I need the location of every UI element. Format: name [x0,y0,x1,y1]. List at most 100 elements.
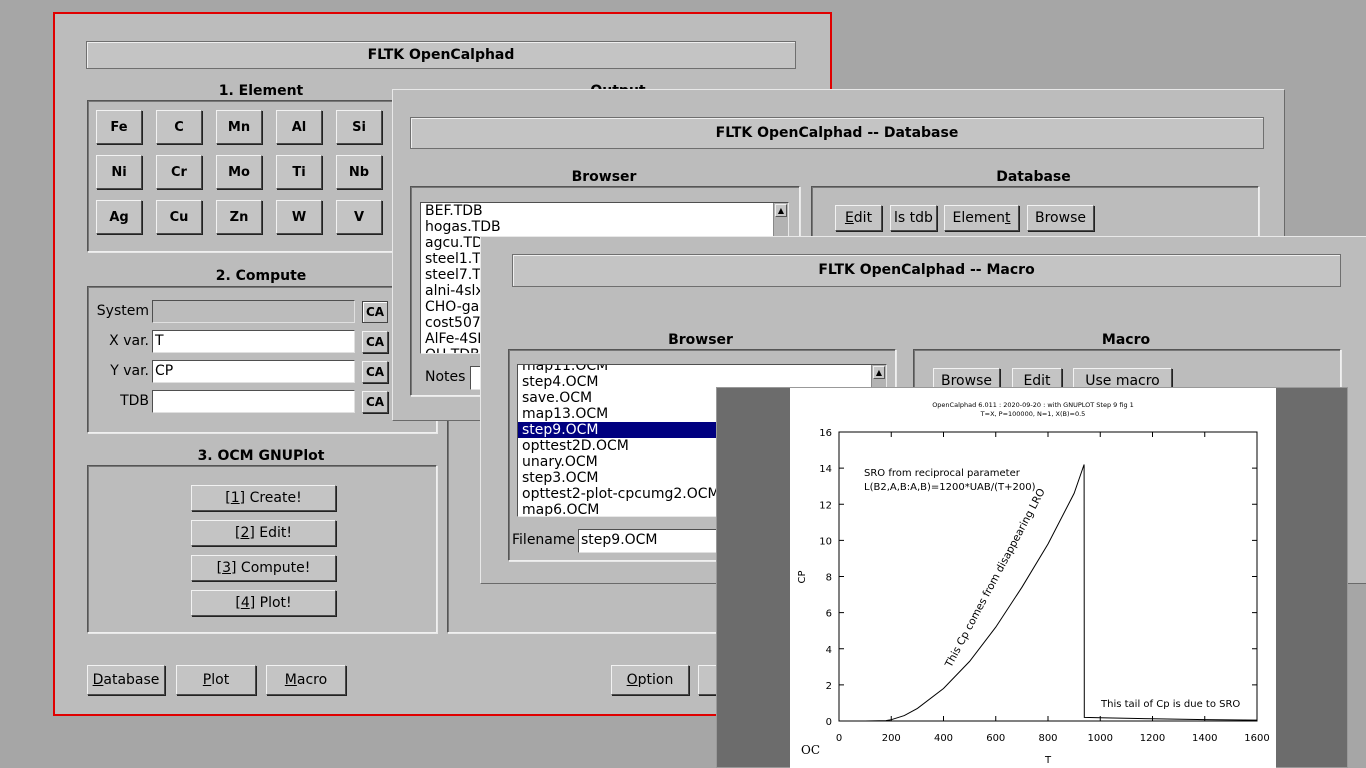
y-tick-label: 10 [819,536,832,547]
yvar-ca-button[interactable]: CA [362,361,388,383]
gnuplot-create-button[interactable]: [1] Create! [191,485,336,511]
option-label: ption [637,672,674,688]
db-file-item[interactable]: hogas.TDB [421,219,788,235]
y-tick-label: 16 [819,428,832,439]
annotation-param: L(B2,A,B:A,B)=1200*UAB/(T+200) [864,482,1036,493]
tdb-ca-button[interactable]: CA [362,391,388,413]
element-button-al[interactable]: Al [276,110,322,144]
macro-mnemonic: M [284,672,297,688]
y-tick-label: 14 [819,464,832,475]
plot-header-2: T=X, P=100000, N=1, X(B)=0.5 [980,410,1086,418]
element-button-fe[interactable]: Fe [96,110,142,144]
x-tick-label: 800 [1038,733,1057,744]
element-button-ti[interactable]: Ti [276,155,322,189]
database-window-title: FLTK OpenCalphad -- Database [410,117,1264,149]
element-label: Elemen [952,210,1005,226]
cp-curve [839,464,1258,722]
element-button-ag[interactable]: Ag [96,200,142,234]
macro-section-label: Macro [1101,332,1151,348]
system-label: System [96,303,149,319]
xvar-field[interactable]: T [152,330,355,353]
db-edit-label: dit [853,210,873,226]
element-button-ni[interactable]: Ni [96,155,142,189]
plot-paper: OpenCalphad 6.011 : 2020-09-20 : with GN… [790,388,1276,768]
element-button-cr[interactable]: Cr [156,155,202,189]
x-tick-label: 200 [882,733,901,744]
macro-browser-label: Browser [668,332,733,348]
element-button-si[interactable]: Si [336,110,382,144]
element-button[interactable]: Elemen t [944,205,1019,231]
plot-button[interactable]: Plot [176,665,256,695]
create-label: ] Create! [239,490,302,506]
yvar-field[interactable]: CP [152,360,355,383]
scroll-up-icon[interactable]: ▲ [873,366,885,379]
gnuplot-edit-button[interactable]: [2] Edit! [191,520,336,546]
y-axis-label: CP [797,570,808,583]
xvar-ca-button[interactable]: CA [362,331,388,353]
db-edit-mnemonic: E [844,210,854,226]
plot-key: 4 [240,595,250,611]
db-file-item[interactable]: BEF.TDB [421,203,788,219]
option-button[interactable]: Option [611,665,689,695]
annotation-tail: This tail of Cp is due to SRO [1100,699,1240,710]
y-tick-label: 6 [826,609,832,620]
ls-tdb-button[interactable]: ls tdb [890,205,937,231]
x-tick-label: 600 [986,733,1005,744]
element-button-mo[interactable]: Mo [216,155,262,189]
x-tick-label: 400 [934,733,953,744]
macro-label: acro [296,672,328,688]
system-ca-button[interactable]: CA [362,301,388,323]
y-tick-label: 4 [826,645,832,656]
filename-field[interactable]: step9.OCM [578,529,728,553]
element-section-label: 1. Element [218,83,304,99]
element-button-nb[interactable]: Nb [336,155,382,189]
cp-chart: OpenCalphad 6.011 : 2020-09-20 : with GN… [797,401,1270,766]
element-button-c[interactable]: C [156,110,202,144]
macro-button[interactable]: Macro [266,665,346,695]
database-label: atabase [103,672,160,688]
gnuplot-section-label: 3. OCM GNUPlot [197,448,325,464]
y-tick-label: 8 [826,573,832,584]
x-tick-label: 0 [836,733,842,744]
gnuplot-compute-button[interactable]: [3] Compute! [191,555,336,581]
tdb-field[interactable] [152,390,355,413]
edit-label: ] Edit! [249,525,293,541]
xvar-label: X var. [109,333,149,349]
annotation-lro: This Cp comes from disappearing LRO [943,487,1048,671]
oc-logo: OC [801,743,820,757]
element-button-w[interactable]: W [276,200,322,234]
db-browser-label: Browser [571,169,637,185]
yvar-label: Y var. [110,363,149,379]
x-tick-label: 1000 [1088,733,1113,744]
notes-label: Notes [425,369,466,385]
filename-label: Filename [512,532,576,548]
compute-section-label: 2. Compute [215,268,307,284]
plot-window: OpenCalphad 6.011 : 2020-09-20 : with GN… [716,387,1348,768]
macro-window-title: FLTK OpenCalphad -- Macro [512,254,1341,287]
database-button[interactable]: Database [87,665,165,695]
db-database-label: Database [996,169,1071,185]
gnuplot-plot-button[interactable]: [4] Plot! [191,590,336,616]
database-mnemonic: D [92,672,104,688]
element-button-v[interactable]: V [336,200,382,234]
x-tick-label: 1600 [1244,733,1269,744]
plot-header-1: OpenCalphad 6.011 : 2020-09-20 : with GN… [932,401,1134,409]
compute-label: ] Compute! [231,560,311,576]
system-field[interactable] [152,300,355,323]
y-tick-label: 12 [819,500,832,511]
y-tick-label: 0 [826,717,832,728]
element-button-zn[interactable]: Zn [216,200,262,234]
db-edit-button[interactable]: Edit [835,205,882,231]
plot-button-label: lot [211,672,230,688]
y-tick-label: 2 [826,681,832,692]
scroll-up-icon[interactable]: ▲ [775,204,787,217]
annotation-sro: SRO from reciprocal parameter [864,468,1021,479]
element-button-mn[interactable]: Mn [216,110,262,144]
tdb-label: TDB [120,393,149,409]
edit-key: 2 [240,525,250,541]
plot-mnemonic: P [202,672,212,688]
option-mnemonic: O [626,672,638,688]
element-button-cu[interactable]: Cu [156,200,202,234]
db-browse-button[interactable]: Browse [1027,205,1094,231]
macro-file-item[interactable]: map11.OCM [518,365,886,374]
